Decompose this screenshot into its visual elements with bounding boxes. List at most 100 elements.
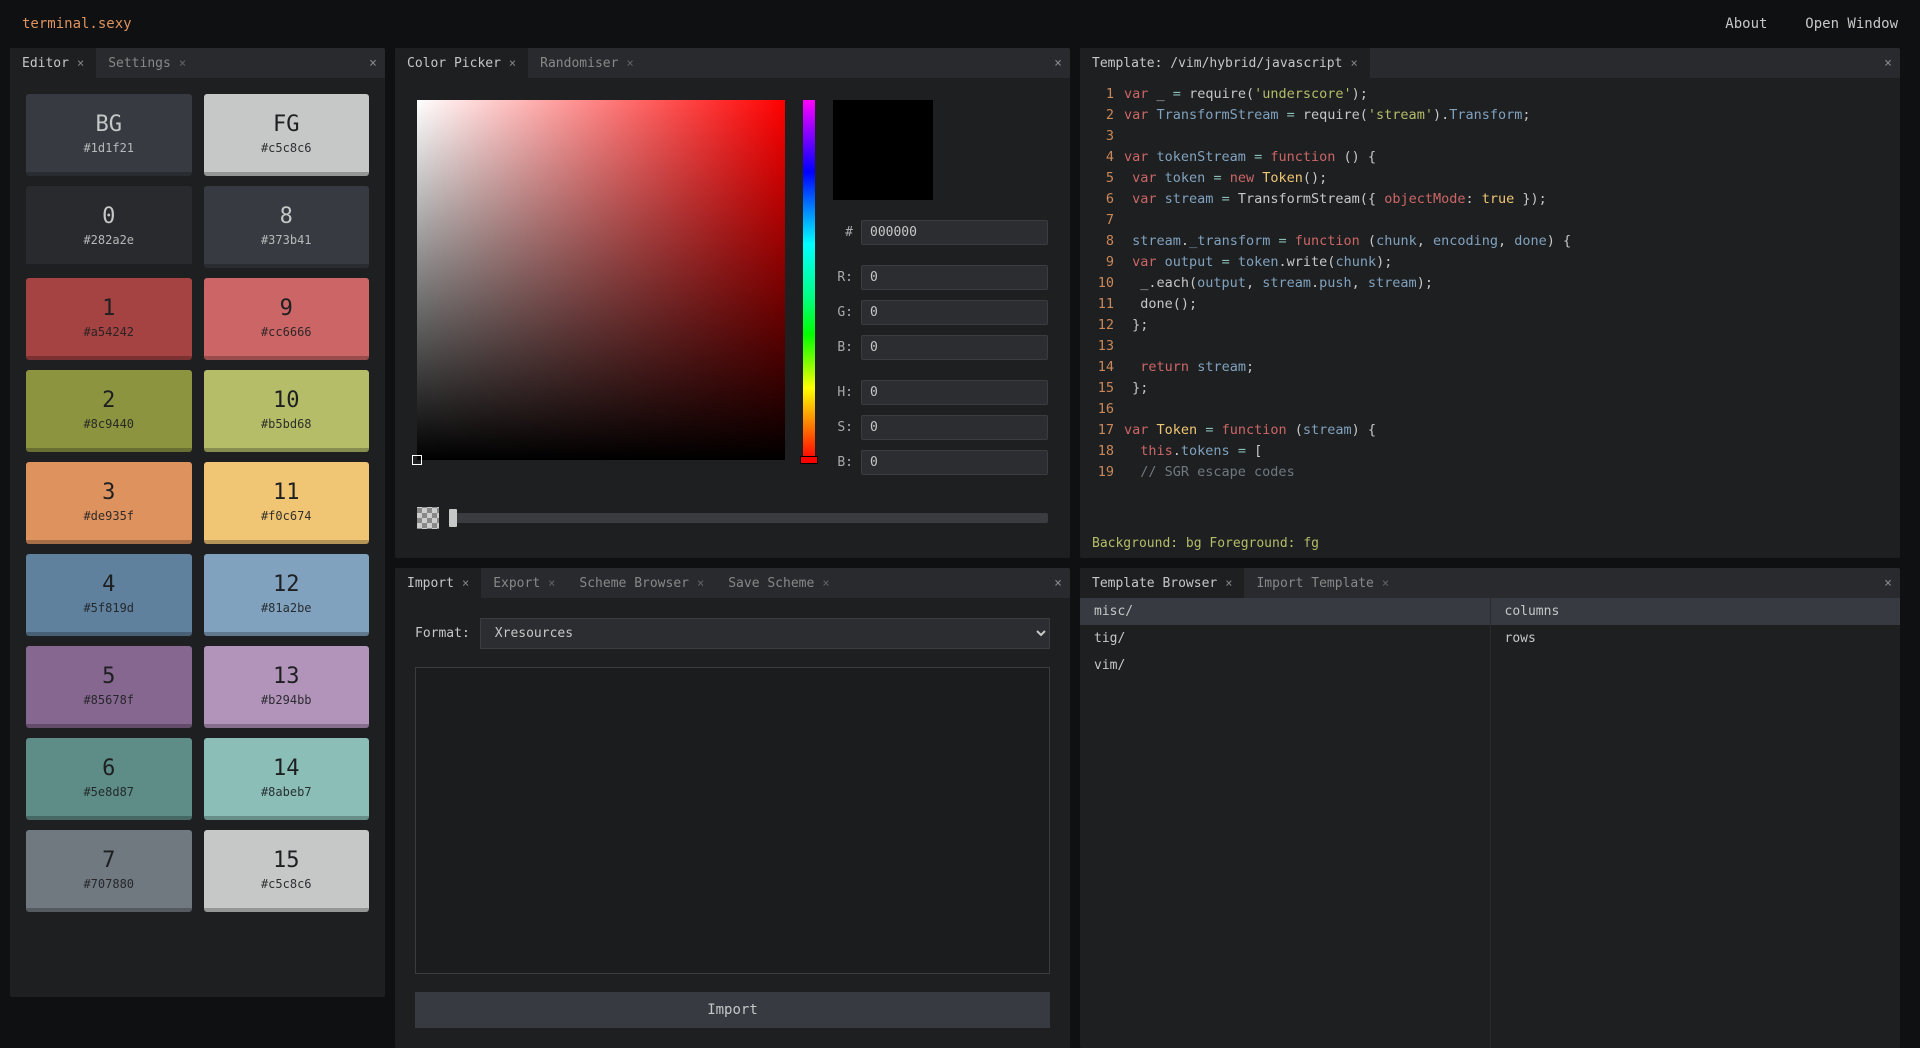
tab-editor-1[interactable]: Settings× [96, 48, 198, 78]
alpha-slider[interactable] [449, 513, 1048, 523]
import-panel: Import×Export×Scheme Browser×Save Scheme… [395, 568, 1070, 1048]
v-input[interactable] [861, 450, 1048, 475]
swatch-FG[interactable]: FG#c5c8c6 [204, 94, 370, 176]
code-line: 6 var stream = TransformStream({ objectM… [1080, 189, 1900, 210]
close-icon[interactable]: × [179, 56, 186, 70]
tab-label: Import Template [1256, 576, 1373, 591]
swatch-1[interactable]: 1#a54242 [26, 278, 192, 360]
line-number: 3 [1080, 126, 1124, 147]
swatch-2[interactable]: 2#8c9440 [26, 370, 192, 452]
line-content: var stream = TransformStream({ objectMod… [1124, 189, 1547, 210]
tab-tbrowser-1[interactable]: Import Template × [1244, 568, 1401, 598]
close-icon[interactable]: × [626, 56, 633, 70]
close-icon[interactable]: × [462, 576, 469, 590]
code-area[interactable]: 1var _ = require('underscore');2var Tran… [1080, 78, 1900, 532]
close-icon[interactable]: × [1054, 568, 1062, 598]
code-line: 9 var output = token.write(chunk); [1080, 252, 1900, 273]
alpha-thumb[interactable] [449, 509, 457, 527]
code-line: 19 // SGR escape codes [1080, 462, 1900, 483]
close-icon[interactable]: × [1225, 576, 1232, 590]
line-content: var token = new Token(); [1124, 168, 1327, 189]
tab-import-3[interactable]: Save Scheme× [716, 568, 841, 598]
tab-import-0[interactable]: Import× [395, 568, 481, 598]
list-item[interactable]: columns [1491, 598, 1901, 625]
hex-input[interactable] [861, 220, 1048, 245]
swatch-12[interactable]: 12#81a2be [204, 554, 370, 636]
about-link[interactable]: About [1725, 16, 1767, 32]
swatch-9[interactable]: 9#cc6666 [204, 278, 370, 360]
swatch-4[interactable]: 4#5f819d [26, 554, 192, 636]
list-item[interactable]: tig/ [1080, 625, 1490, 652]
open-window-link[interactable]: Open Window [1805, 16, 1898, 32]
swatch-id: 2 [102, 388, 115, 413]
tab-picker-1[interactable]: Randomiser× [528, 48, 646, 78]
close-icon[interactable]: × [548, 576, 555, 590]
swatch-15[interactable]: 15#c5c8c6 [204, 830, 370, 912]
list-item[interactable]: misc/ [1080, 598, 1490, 625]
swatch-hex: #f0c674 [261, 509, 312, 523]
swatch-0[interactable]: 0#282a2e [26, 186, 192, 268]
tab-label: Color Picker [407, 56, 501, 71]
close-icon[interactable]: × [822, 576, 829, 590]
r-input[interactable] [861, 265, 1048, 290]
swatch-id: 15 [273, 848, 300, 873]
swatch-11[interactable]: 11 #f0c674 [204, 462, 370, 544]
swatch-7[interactable]: 7#707880 [26, 830, 192, 912]
close-icon[interactable]: × [697, 576, 704, 590]
swatch-5[interactable]: 5#85678f [26, 646, 192, 728]
swatch-14[interactable]: 14#8abeb7 [204, 738, 370, 820]
swatch-hex: #81a2be [261, 601, 312, 615]
swatch-grid: BG#1d1f21FG#c5c8c60#282a2e8#373b411#a542… [10, 78, 385, 928]
s-input[interactable] [861, 415, 1048, 440]
format-select[interactable]: Xresources [480, 618, 1050, 649]
tab-import-2[interactable]: Scheme Browser× [567, 568, 716, 598]
swatch-id: 11 [273, 480, 300, 505]
swatch-hex: #282a2e [83, 233, 134, 247]
picker-tabbar: Color Picker×Randomiser×× [395, 48, 1070, 78]
swatch-13[interactable]: 13#b294bb [204, 646, 370, 728]
editor-panel: Editor×Settings×× BG#1d1f21FG#c5c8c60#28… [10, 48, 385, 997]
h-input[interactable] [861, 380, 1048, 405]
line-content: this.tokens = [ [1124, 441, 1262, 462]
tab-tbrowser-0[interactable]: Template Browser× [1080, 568, 1244, 598]
sv-cursor[interactable] [412, 455, 422, 465]
list-item[interactable]: vim/ [1080, 652, 1490, 679]
b-input[interactable] [861, 335, 1048, 360]
hue-handle[interactable] [800, 456, 818, 464]
template-browser-panel: Template Browser× Import Template × × misc/… [1080, 568, 1900, 1048]
close-icon[interactable]: × [1884, 568, 1892, 598]
tab-template[interactable]: Template: /vim/hybrid/javascript × [1080, 48, 1370, 78]
editor-tabbar: Editor×Settings×× [10, 48, 385, 78]
line-content: }; [1124, 315, 1148, 336]
line-number: 10 [1080, 273, 1124, 294]
swatch-hex: #cc6666 [261, 325, 312, 339]
swatch-6[interactable]: 6#5e8d87 [26, 738, 192, 820]
browser-column-2: columnsrows [1490, 598, 1901, 1048]
close-icon[interactable]: × [1884, 48, 1892, 78]
swatch-hex: #5e8d87 [83, 785, 134, 799]
close-icon[interactable]: × [1350, 56, 1357, 70]
tab-label: Template: /vim/hybrid/javascript [1092, 56, 1342, 71]
tab-picker-0[interactable]: Color Picker × [395, 48, 528, 78]
close-icon[interactable]: × [1382, 576, 1389, 590]
close-icon[interactable]: × [509, 56, 516, 70]
tab-editor-0[interactable]: Editor× [10, 48, 96, 78]
swatch-10[interactable]: 10#b5bd68 [204, 370, 370, 452]
swatch-id: 13 [273, 664, 300, 689]
swatch-BG[interactable]: BG#1d1f21 [26, 94, 192, 176]
hue-slider[interactable] [803, 100, 815, 460]
close-icon[interactable]: × [1054, 48, 1062, 78]
swatch-3[interactable]: 3#de935f [26, 462, 192, 544]
swatch-hex: #a54242 [83, 325, 134, 339]
tab-import-1[interactable]: Export× [481, 568, 567, 598]
swatch-8[interactable]: 8#373b41 [204, 186, 370, 268]
import-button[interactable]: Import [415, 992, 1050, 1028]
close-icon[interactable]: × [77, 56, 84, 70]
g-input[interactable] [861, 300, 1048, 325]
color-picker-panel: Color Picker×Randomiser×× # R: G: B: H: [395, 48, 1070, 558]
import-textarea[interactable] [415, 667, 1050, 974]
list-item[interactable]: rows [1491, 625, 1901, 652]
close-icon[interactable]: × [369, 48, 377, 78]
code-line: 7 [1080, 210, 1900, 231]
sv-area[interactable] [417, 100, 785, 460]
